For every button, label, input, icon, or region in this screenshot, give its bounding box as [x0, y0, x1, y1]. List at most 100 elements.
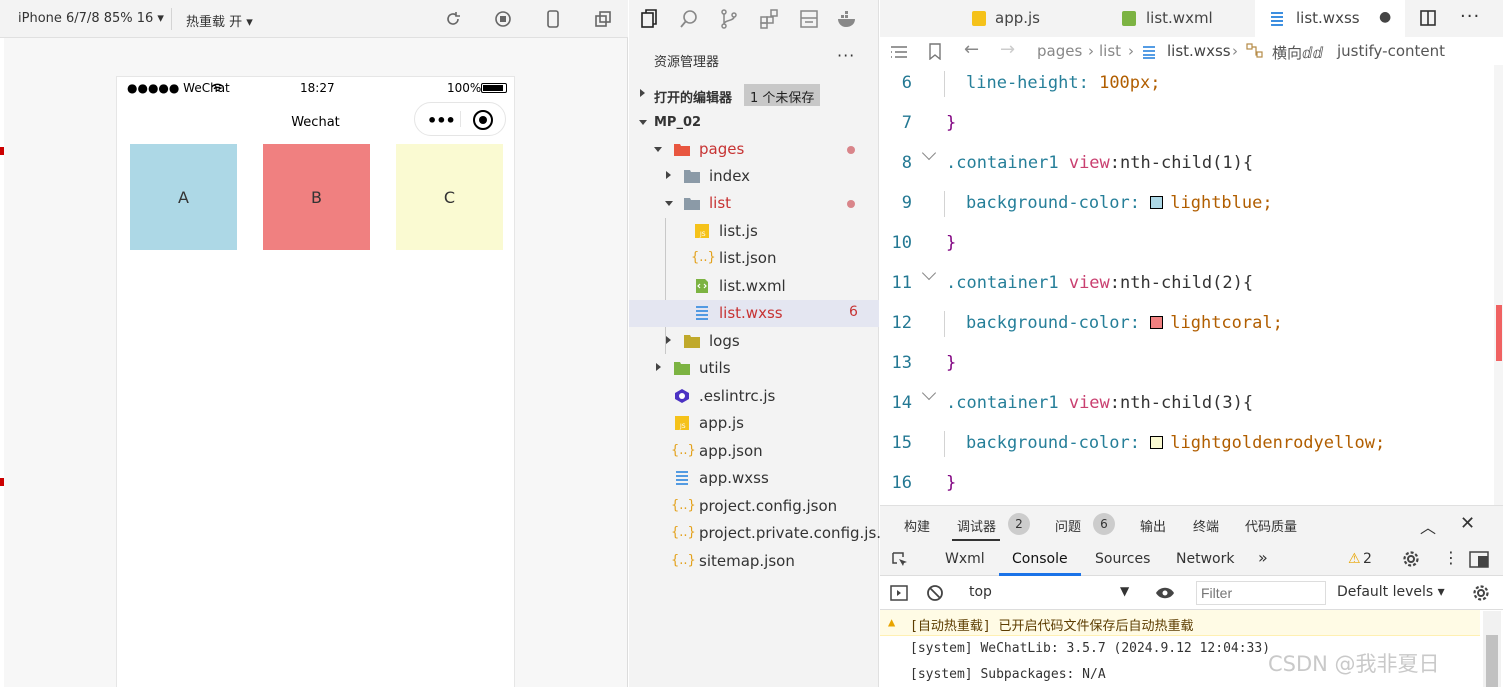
tree-item-pages[interactable]: pages [629, 136, 879, 163]
breadcrumb-item[interactable]: list [1099, 42, 1121, 60]
warning-icon[interactable]: ⚠ [1348, 551, 1361, 567]
code-area[interactable]: 6 line-height: 100px; 7 } 8 .container1 … [880, 65, 1503, 505]
tab-problems[interactable]: 问题 [1055, 516, 1081, 535]
list-icon[interactable] [890, 45, 908, 59]
wifi-icon [211, 83, 224, 92]
phone-icon[interactable] [543, 9, 563, 29]
log-levels-dropdown[interactable]: Default levels ▾ [1337, 584, 1445, 600]
close-panel-icon[interactable]: ✕ [1460, 513, 1475, 534]
tree-item-utils[interactable]: utils [629, 355, 879, 382]
eye-icon[interactable] [1155, 586, 1175, 600]
console-warning-line: ▲ [自动热重载] 已开启代码文件保存后自动热重载 [880, 610, 1480, 636]
tree-item-list-js[interactable]: JS list.js [629, 218, 879, 245]
hot-reload-toggle[interactable]: 热重载 开 ▾ [186, 11, 253, 30]
color-swatch[interactable] [1150, 196, 1164, 209]
color-swatch[interactable] [1150, 436, 1164, 449]
menu-capsule[interactable]: ••• [414, 102, 506, 136]
phone-screen: ●●●●● WeChat 18:27 100% Wechat ••• A B C [116, 76, 515, 687]
breadcrumb-item[interactable]: list.wxss [1167, 42, 1231, 60]
docker-icon[interactable] [836, 8, 858, 30]
console-filter-input[interactable] [1196, 581, 1326, 605]
tab-code-quality[interactable]: 代码质量 [1245, 516, 1297, 535]
tree-item-list-wxml[interactable]: list.wxml [629, 273, 879, 300]
extensions-icon[interactable] [758, 8, 780, 30]
code-line: background-color: lightblue; [966, 193, 1273, 213]
tab-list-wxss[interactable]: list.wxss ● [1255, 0, 1405, 37]
fold-chevron-icon[interactable] [921, 265, 937, 281]
tree-item-index[interactable]: index [629, 163, 879, 190]
breadcrumb: ← → pages › list › list.wxss › 横向ⅆⅆ just… [880, 37, 1503, 67]
more-icon[interactable]: ••• [427, 111, 456, 130]
detach-window-icon[interactable] [593, 9, 613, 29]
console-scrollbar[interactable] [1483, 611, 1501, 687]
tab-console[interactable]: Console [1012, 551, 1068, 567]
utils-folder-icon [674, 362, 690, 375]
console-settings-icon[interactable] [1472, 584, 1490, 602]
tab-list-wxml[interactable]: list.wxml [1105, 0, 1255, 37]
context-selector[interactable]: top [969, 584, 992, 600]
back-arrow-icon[interactable]: ← [964, 39, 979, 60]
warning-count[interactable]: 2 [1363, 551, 1372, 567]
show-sidebar-icon[interactable] [890, 585, 908, 601]
tab-wxml[interactable]: Wxml [945, 551, 985, 567]
devtools-window: iPhone 6/7/8 85% 16 ▾ 热重载 开 ▾ ●●●●● WeCh… [0, 0, 1503, 687]
storage-icon[interactable] [798, 8, 820, 30]
battery-icon [481, 83, 507, 93]
open-editors-section[interactable]: 打开的编辑器 1 个未保存 [629, 81, 879, 108]
fold-chevron-icon[interactable] [921, 385, 937, 401]
split-editor-icon[interactable] [1419, 9, 1437, 27]
breadcrumb-item[interactable]: 横向ⅆⅆ [1272, 42, 1323, 63]
code-line: line-height: 100px; [966, 73, 1161, 93]
dock-side-icon[interactable] [1469, 551, 1489, 568]
tree-item-app-js[interactable]: JS app.js [629, 410, 879, 437]
breadcrumb-item[interactable]: justify-content [1337, 42, 1445, 60]
stop-icon[interactable] [493, 9, 513, 29]
refresh-icon[interactable] [443, 9, 463, 29]
editor-scrollbar[interactable] [1494, 65, 1503, 505]
tab-network[interactable]: Network [1176, 551, 1234, 567]
tree-item-logs[interactable]: logs [629, 328, 879, 355]
unsaved-indicator[interactable]: ● [1379, 9, 1391, 25]
device-selector[interactable]: iPhone 6/7/8 85% 16 ▾ [18, 11, 164, 26]
tree-item-sitemap[interactable]: {..} sitemap.json [629, 548, 879, 575]
inspect-element-icon[interactable] [891, 551, 909, 569]
tree-item-list[interactable]: list [629, 190, 879, 217]
clear-console-icon[interactable] [926, 584, 944, 602]
tab-app-js[interactable]: app.js [955, 0, 1105, 37]
project-root[interactable]: MP_02 [629, 109, 879, 136]
tree-item-app-json[interactable]: {..} app.json [629, 438, 879, 465]
dropdown-arrow-icon[interactable]: ▼ [1120, 584, 1129, 598]
breadcrumb-item[interactable]: pages [1037, 42, 1082, 60]
svg-text:JS: JS [699, 231, 706, 238]
kebab-menu-icon[interactable]: ⋮ [1443, 548, 1459, 567]
tree-item-project-config[interactable]: {..} project.config.json [629, 493, 879, 520]
tab-sources[interactable]: Sources [1095, 551, 1150, 567]
console-filter-bar: top ▼ Default levels ▾ [880, 576, 1503, 610]
indent-guide [944, 71, 945, 97]
collapse-panel-icon[interactable]: ︿ [1420, 514, 1436, 538]
close-miniprogram-icon[interactable] [473, 110, 493, 130]
more-tabs-icon[interactable]: » [1258, 548, 1268, 567]
tree-item-list-json[interactable]: {..} list.json [629, 245, 879, 272]
more-actions-icon[interactable]: ··· [1460, 6, 1480, 27]
tree-item-app-wxss[interactable]: app.wxss [629, 465, 879, 492]
tree-item-project-private-config[interactable]: {..} project.private.config.js... [629, 520, 891, 547]
tree-item-eslintrc[interactable]: .eslintrc.js [629, 383, 879, 410]
settings-gear-icon[interactable] [1402, 550, 1420, 568]
explorer-more-button[interactable]: ··· [837, 46, 855, 65]
tab-terminal[interactable]: 终端 [1193, 516, 1219, 535]
forward-arrow-icon[interactable]: → [1000, 39, 1015, 60]
color-swatch[interactable] [1150, 316, 1164, 329]
tab-build[interactable]: 构建 [904, 516, 930, 535]
search-icon[interactable] [678, 8, 700, 30]
chevron-down-icon [654, 147, 662, 152]
tree-item-list-wxss[interactable]: list.wxss 6 [629, 300, 879, 327]
source-control-icon[interactable] [718, 8, 740, 30]
bookmark-icon[interactable] [928, 43, 942, 60]
tab-output[interactable]: 输出 [1140, 516, 1166, 535]
tab-debugger[interactable]: 调试器 [957, 516, 996, 535]
fold-chevron-icon[interactable] [921, 145, 937, 161]
devtools-tabs: Wxml Console Sources Network » ⚠ 2 ⋮ [880, 542, 1503, 576]
unsaved-badge: 1 个未保存 [744, 84, 821, 106]
files-icon[interactable] [638, 8, 660, 30]
